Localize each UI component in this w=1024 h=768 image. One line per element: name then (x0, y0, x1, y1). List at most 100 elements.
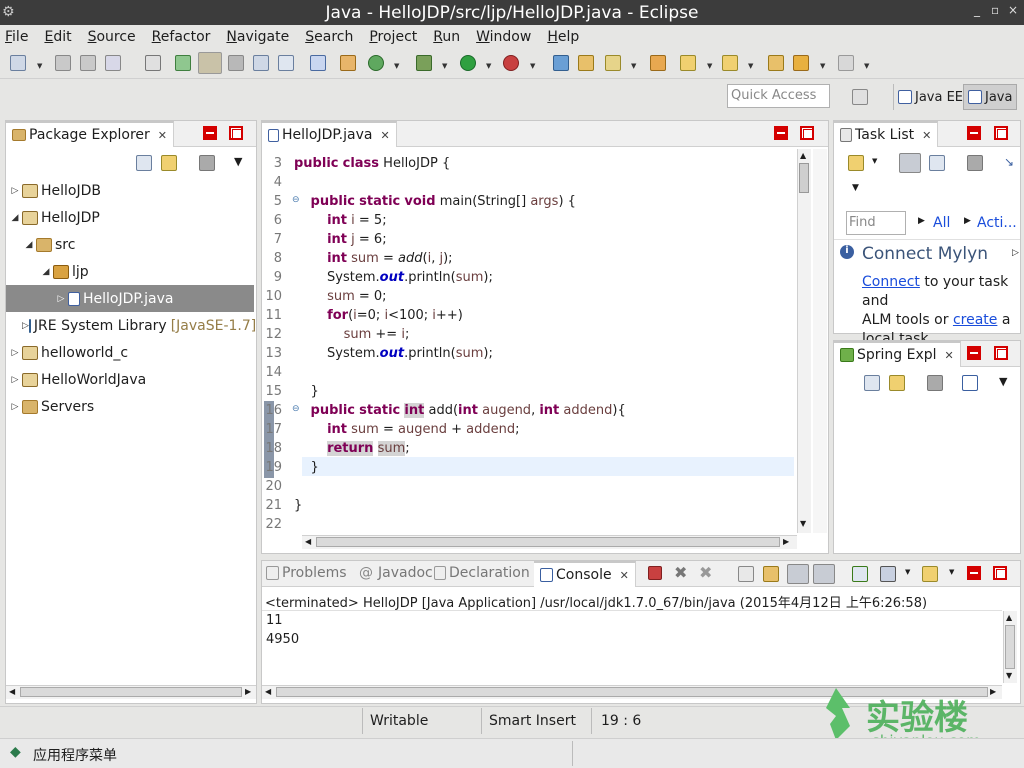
code-line[interactable]: 4 (262, 173, 294, 192)
new-java-package-icon[interactable] (340, 55, 356, 71)
sync-icon[interactable]: ↘ (1004, 155, 1014, 169)
find-task-input[interactable]: Find (846, 211, 906, 235)
scroll-left-icon[interactable]: ◀ (305, 537, 311, 546)
pin-console-icon[interactable] (852, 566, 868, 582)
link-with-editor-icon[interactable] (161, 155, 177, 171)
previous-annotation-dropdown-icon[interactable]: ▼ (748, 62, 753, 70)
code-line[interactable]: 3 public class HelloJDP { (262, 154, 451, 173)
maximize-window-button[interactable]: ▫ (991, 3, 999, 17)
debug-icon[interactable] (416, 55, 432, 71)
clear-console-icon[interactable] (738, 566, 754, 582)
maximize-icon[interactable] (994, 126, 1008, 140)
maximize-icon[interactable] (229, 126, 243, 140)
collapse-icon[interactable]: ◢ (22, 240, 36, 250)
open-type-icon[interactable] (145, 55, 161, 71)
menu-project[interactable]: Project (369, 29, 417, 45)
tab-problems[interactable]: Problems (266, 565, 347, 581)
open-task-icon[interactable] (650, 55, 666, 71)
expand-icon[interactable]: ▷ (8, 402, 22, 412)
next-annotation-icon[interactable] (680, 55, 696, 71)
scrollbar-thumb[interactable] (799, 163, 809, 193)
maximize-icon[interactable] (994, 346, 1008, 360)
menu-navigate[interactable]: Navigate (226, 29, 289, 45)
refresh-icon[interactable] (368, 55, 384, 71)
show-console-stderr-icon[interactable] (813, 564, 835, 584)
run-icon[interactable] (460, 55, 476, 71)
last-edit-location-icon[interactable] (768, 55, 784, 71)
code-line[interactable]: 17 int sum = augend + addend; (262, 420, 519, 439)
minimize-icon[interactable] (967, 346, 981, 360)
tab-javadoc[interactable]: @ Javadoc (359, 565, 433, 581)
view-menu-filter-icon[interactable] (199, 155, 215, 171)
menu-edit[interactable]: Edit (44, 29, 71, 45)
focus-icon[interactable] (967, 155, 983, 171)
tab-declaration[interactable]: Declaration (434, 565, 530, 581)
editor-vscrollbar[interactable]: ▲ ▼ (797, 149, 811, 533)
show-whitespace-icon[interactable] (278, 55, 294, 71)
close-icon[interactable]: ✕ (620, 569, 629, 582)
scroll-down-icon[interactable]: ▼ (1006, 671, 1012, 680)
menu-run[interactable]: Run (433, 29, 460, 45)
collapse-all-icon[interactable] (864, 375, 880, 391)
code-line[interactable]: 15 } (262, 382, 318, 401)
app-menu-button[interactable]: 应用程序菜单 (33, 745, 117, 765)
scroll-left-icon[interactable]: ◀ (265, 687, 271, 696)
scroll-up-icon[interactable]: ▲ (1006, 613, 1012, 622)
save-icon[interactable] (55, 55, 71, 71)
open-perspective-icon[interactable] (852, 89, 868, 105)
all-filter-link[interactable]: All (933, 215, 950, 231)
save-all-icon[interactable] (80, 55, 96, 71)
toggle-breakpoint-icon[interactable] (175, 55, 191, 71)
code-line[interactable]: 10 sum = 0; (262, 287, 386, 306)
search-dropdown-icon[interactable]: ▼ (631, 62, 636, 70)
external-tools-icon[interactable] (503, 55, 519, 71)
close-icon[interactable]: ✕ (922, 129, 931, 142)
scroll-right-icon[interactable]: ▶ (783, 537, 789, 546)
maximize-icon[interactable] (993, 566, 1007, 580)
scroll-up-icon[interactable]: ▲ (800, 151, 806, 160)
code-line[interactable]: 21} (262, 496, 302, 515)
terminate-icon[interactable] (648, 566, 662, 580)
tab-spring-explorer[interactable]: Spring Expl ✕ (834, 341, 961, 367)
print-icon[interactable] (105, 55, 121, 71)
show-console-stdout-icon[interactable] (787, 564, 809, 584)
view-menu-icon[interactable]: ▼ (852, 183, 859, 193)
new-java-project-icon[interactable] (553, 55, 569, 71)
tab-console[interactable]: Console ✕ (534, 561, 636, 587)
activate-link[interactable]: Acti... (977, 215, 1017, 231)
close-icon[interactable]: ✕ (945, 349, 954, 362)
back-icon[interactable] (793, 55, 809, 71)
view-menu-icon[interactable]: ▼ (999, 375, 1007, 388)
package-explorer-hscrollbar[interactable]: ◀ ▶ (6, 685, 256, 699)
quick-access-input[interactable]: Quick Access (727, 84, 830, 108)
maximize-icon[interactable] (800, 126, 814, 140)
code-line[interactable]: 16 public static int add(int augend, int… (262, 401, 626, 420)
close-icon[interactable]: ✕ (380, 129, 389, 142)
menu-file[interactable]: File (5, 29, 28, 45)
tree-item-helloworld-c[interactable]: ▷ helloworld_c (6, 339, 256, 366)
code-line[interactable]: 9 System.out.println(sum); (262, 268, 493, 287)
editor-hscrollbar[interactable]: ◀ ▶ (302, 535, 797, 549)
word-wrap-icon[interactable] (253, 55, 269, 71)
display-console-icon[interactable] (880, 566, 896, 582)
sort-icon[interactable] (962, 375, 978, 391)
menu-search[interactable]: Search (305, 29, 353, 45)
forward-dropdown-icon[interactable]: ▼ (864, 62, 869, 70)
menu-refactor[interactable]: Refactor (152, 29, 211, 45)
block-selection-icon[interactable] (228, 55, 244, 71)
new-task-dropdown-icon[interactable]: ▼ (872, 157, 877, 165)
app-menu-icon[interactable]: ◆ (10, 744, 21, 760)
debug-dropdown-icon[interactable]: ▼ (442, 62, 447, 70)
new-task-icon[interactable] (848, 155, 864, 171)
scrollbar-thumb[interactable] (316, 537, 780, 547)
menu-window[interactable]: Window (476, 29, 531, 45)
scroll-down-icon[interactable]: ▼ (800, 519, 806, 528)
scrollbar-thumb[interactable] (20, 687, 242, 697)
skip-breakpoints-icon[interactable] (310, 55, 326, 71)
remove-launch-icon[interactable]: ✖ (674, 563, 687, 582)
code-line[interactable]: 6 int i = 5; (262, 211, 387, 230)
code-line[interactable]: 13 System.out.println(sum); (262, 344, 492, 363)
open-console-dropdown-icon[interactable]: ▼ (949, 568, 954, 576)
open-console-icon[interactable] (922, 566, 938, 582)
tree-item-hellojdb[interactable]: ▷ HelloJDB (6, 177, 256, 204)
